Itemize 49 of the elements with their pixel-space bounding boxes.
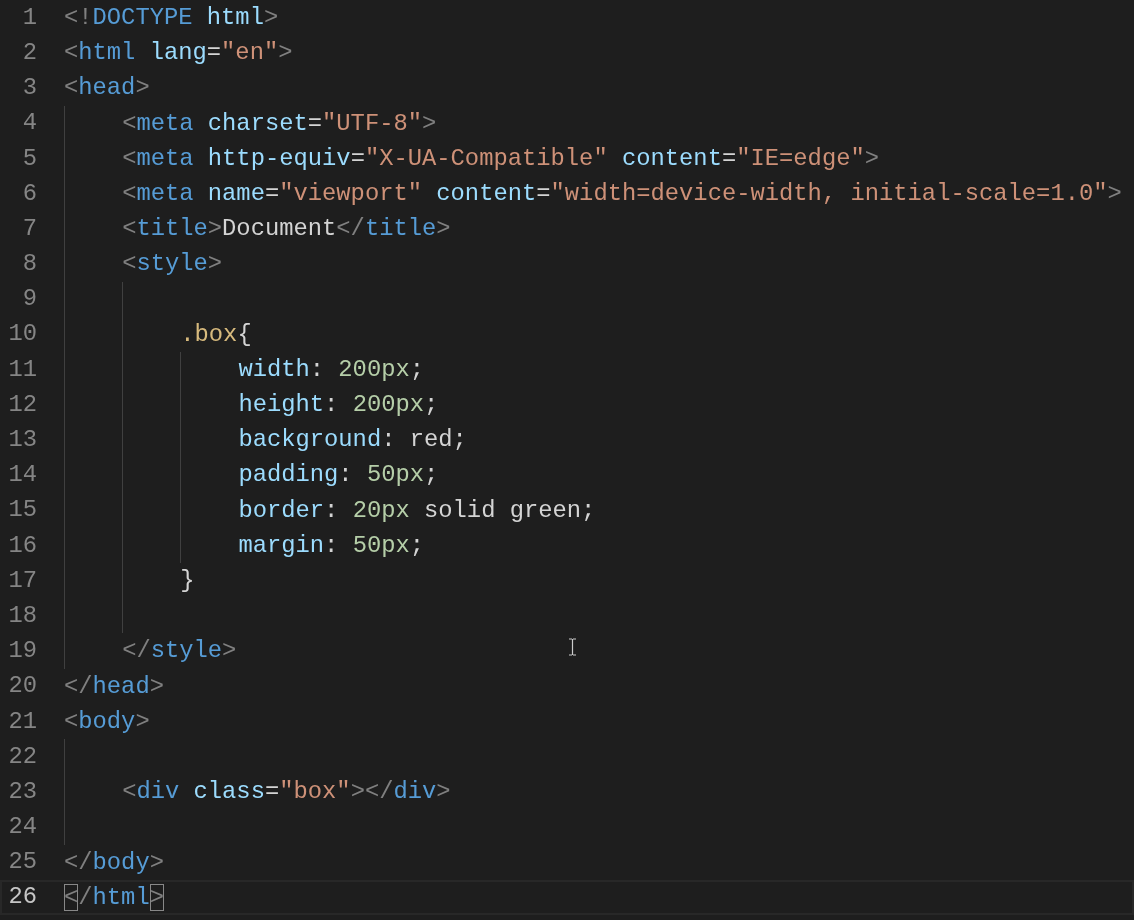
line-number: 13 [7,425,38,455]
line-number: 9 [21,284,38,315]
line-number: 18 [7,600,38,631]
code-line: <meta name="viewport" content="width=device-width, initial-scale=1.0"> [122,178,1122,209]
line-number: 21 [7,706,38,737]
code-line: </style> [122,636,237,667]
line-number: 24 [7,812,38,843]
code-line: } [180,566,195,596]
line-number: 7 [21,213,38,244]
line-number: 14 [7,460,38,491]
line-number: 19 [7,636,38,667]
line-number: 11 [7,354,38,385]
code-line: <div class="box"></div> [122,777,451,808]
code-line: </body> [64,847,164,878]
code-line: <meta http-equiv="X-UA-Compatible" content="IE=edge"> [122,143,880,174]
line-number: 1 [21,2,38,33]
line-number: 15 [7,495,38,526]
code-line: <title>Document</title> [122,214,451,245]
line-number: 23 [7,776,38,807]
code-line: <body> [64,706,150,737]
line-number: 4 [21,108,38,139]
code-line: padding: 50px; [238,460,439,491]
line-number: 20 [7,671,38,702]
code-line: border: 20px solid green; [238,495,596,526]
line-number: 10 [7,319,38,350]
code-line: height: 200px; [238,390,439,421]
line-number: 22 [7,741,38,772]
line-number: 8 [21,249,38,280]
code-line: </head> [64,671,164,702]
code-line: .box{ [180,319,252,350]
code-line: <style> [122,249,223,280]
line-number: 3 [21,73,38,104]
code-line: <head> [64,73,150,104]
code-line: <meta charset="UTF-8"> [122,108,437,139]
code-line: </html> [64,882,164,913]
line-number: 26 [7,882,38,913]
line-number: 12 [7,389,38,420]
line-number: 2 [21,37,38,68]
code-line: margin: 50px; [238,530,425,561]
line-number: 16 [7,530,38,561]
line-number: 25 [7,847,38,878]
code-line: <!DOCTYPE html> [64,3,279,33]
text-cursor-icon [568,638,577,656]
code-line: width: 200px; [238,354,425,385]
line-number: 17 [7,565,38,596]
code-line: <html lang="en"> [64,38,293,69]
line-number: 5 [21,143,38,174]
line-number: 6 [21,178,38,209]
code-line: background: red; [238,425,467,456]
